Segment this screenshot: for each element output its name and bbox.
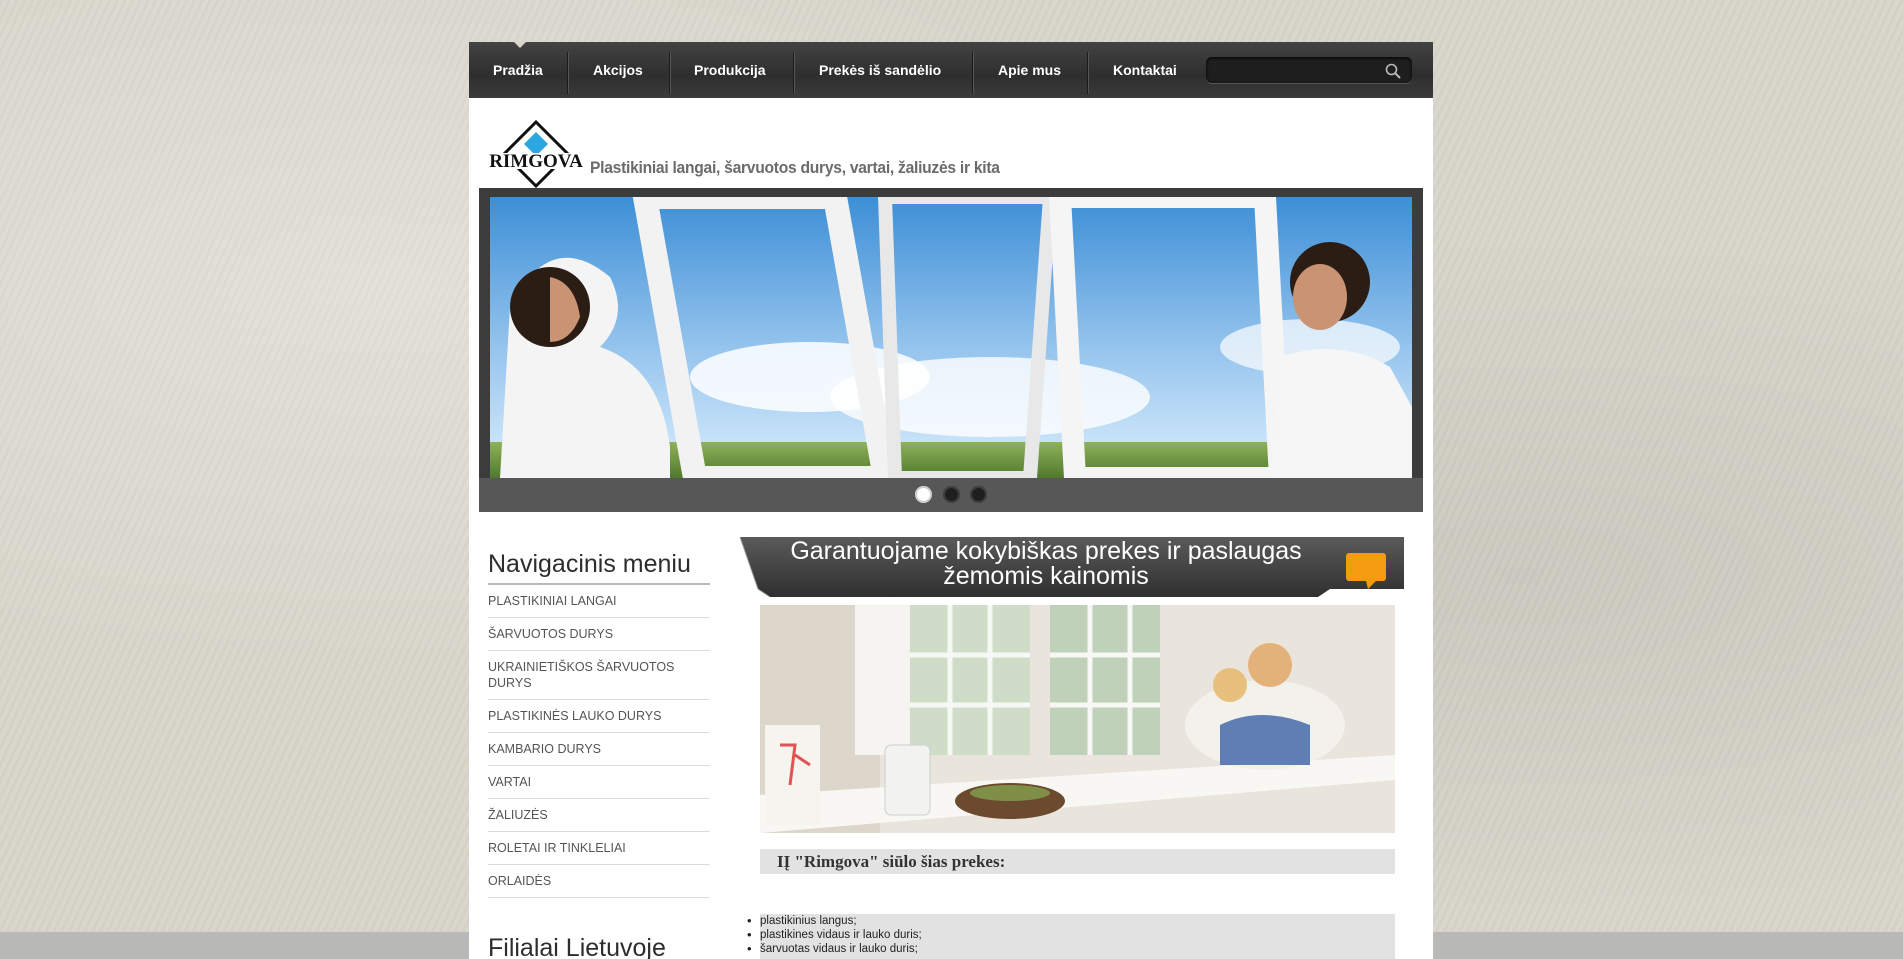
slider-dot-1[interactable] — [915, 486, 933, 503]
nav-item-apie-mus[interactable]: Apie mus — [998, 42, 1061, 98]
sidebar-item-plastikiniai-langai[interactable]: PLASTIKINIAI LANGAI — [488, 585, 710, 618]
nav-separator — [972, 52, 973, 94]
top-navigation: Pradžia Akcijos Produkcija Prekės iš san… — [469, 42, 1433, 98]
slider-dots — [479, 486, 1423, 508]
intro-text: IĮ "Rimgova" siūlo šias prekes: — [777, 852, 1006, 871]
sidebar-title: Navigacinis meniu — [488, 547, 710, 585]
product-list-item: šarvuotas vidaus ir lauko duris; — [747, 942, 1395, 956]
search-icon[interactable] — [1384, 62, 1402, 80]
search-box — [1206, 57, 1412, 83]
slider-dot-3[interactable] — [969, 486, 987, 503]
sidebar-menu: PLASTIKINIAI LANGAI ŠARVUOTOS DURYS UKRA… — [488, 585, 710, 898]
rimgova-logo[interactable]: RIMGOVA — [488, 120, 584, 188]
product-list-item: plastikinius langus; — [747, 914, 1395, 928]
branches-title: Filialai Lietuvoje — [488, 934, 666, 959]
nav-item-produkcija[interactable]: Produkcija — [694, 42, 766, 98]
mother-child-window-photo — [760, 605, 1395, 833]
sidebar-item-roletai-ir-tinkleliai[interactable]: ROLETAI IR TINKLELIAI — [488, 832, 710, 865]
logo-text: RIMGOVA — [489, 151, 583, 172]
sidebar-item-ukrainietiskos-sarvuotos-durys[interactable]: UKRAINIETIŠKOS ŠARVUOTOS DURYS — [488, 651, 710, 700]
banner-title: Garantuojame kokybiškas prekes ir paslau… — [790, 537, 1302, 590]
sidebar-item-zaliuzes[interactable]: ŽALIUZĖS — [488, 799, 710, 832]
intro-box: IĮ "Rimgova" siūlo šias prekes: — [760, 849, 1395, 874]
sidebar-item-plastikines-lauko-durys[interactable]: PLASTIKINĖS LAUKO DURYS — [488, 700, 710, 733]
sidebar-item-kambario-durys[interactable]: KAMBARIO DURYS — [488, 733, 710, 766]
nav-item-pradzia[interactable]: Pradžia — [493, 42, 543, 98]
search-input[interactable] — [1214, 60, 1378, 82]
nav-separator — [793, 52, 794, 94]
slide-image-window-installers — [490, 197, 1412, 478]
slider-dot-2[interactable] — [942, 486, 960, 503]
sidebar: Navigacinis meniu PLASTIKINIAI LANGAI ŠA… — [488, 547, 710, 959]
nav-item-akcijos[interactable]: Akcijos — [593, 42, 643, 98]
site-tagline: Plastikiniai langai, šarvuotos durys, va… — [590, 158, 1000, 177]
products-list-box: plastikinius langus; plastikines vidaus … — [747, 914, 1395, 959]
nav-separator — [567, 52, 568, 94]
page-container: Pradžia Akcijos Produkcija Prekės iš san… — [469, 42, 1433, 959]
sidebar-item-vartai[interactable]: VARTAI — [488, 766, 710, 799]
products-list: plastikinius langus; plastikines vidaus … — [747, 914, 1395, 956]
product-list-item: plastikines vidaus ir lauko duris; — [747, 928, 1395, 942]
nav-item-prekes-is-sandelio[interactable]: Prekės iš sandėlio — [819, 42, 941, 98]
speech-bubble-icon — [1346, 553, 1386, 589]
sidebar-item-sarvuotos-durys[interactable]: ŠARVUOTOS DURYS — [488, 618, 710, 651]
nav-item-kontaktai[interactable]: Kontaktai — [1113, 42, 1177, 98]
nav-separator — [1087, 52, 1088, 94]
main-banner: Garantuojame kokybiškas prekes ir paslau… — [740, 535, 1404, 599]
sidebar-item-orlaides[interactable]: ORLAIDĖS — [488, 865, 710, 898]
nav-separator — [669, 52, 670, 94]
image-slider — [479, 188, 1423, 512]
